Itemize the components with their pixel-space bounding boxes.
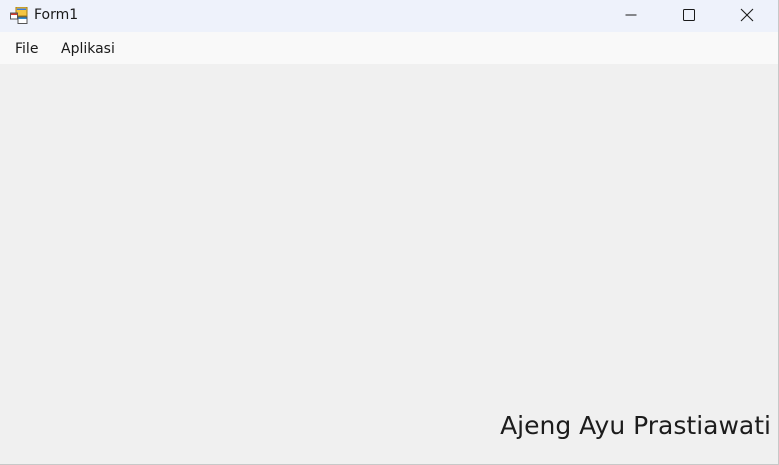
menu-bar: File Aplikasi xyxy=(0,32,778,64)
minimize-icon xyxy=(625,14,637,16)
close-icon xyxy=(740,8,754,22)
form-app-icon xyxy=(10,7,28,24)
close-button[interactable] xyxy=(718,0,776,30)
title-bar[interactable]: Form1 xyxy=(0,0,778,32)
window-title: Form1 xyxy=(34,7,79,23)
form1-window: Form1 File Aplikasi Ajeng Ayu Prastiawat… xyxy=(0,0,779,465)
menu-item-aplikasi[interactable]: Aplikasi xyxy=(61,40,115,58)
form-client-area xyxy=(0,64,778,464)
name-label: Ajeng Ayu Prastiawati xyxy=(500,411,771,440)
minimize-button[interactable] xyxy=(602,0,660,30)
maximize-button[interactable] xyxy=(660,0,718,30)
maximize-icon xyxy=(683,9,695,21)
menu-item-file[interactable]: File xyxy=(15,40,38,58)
